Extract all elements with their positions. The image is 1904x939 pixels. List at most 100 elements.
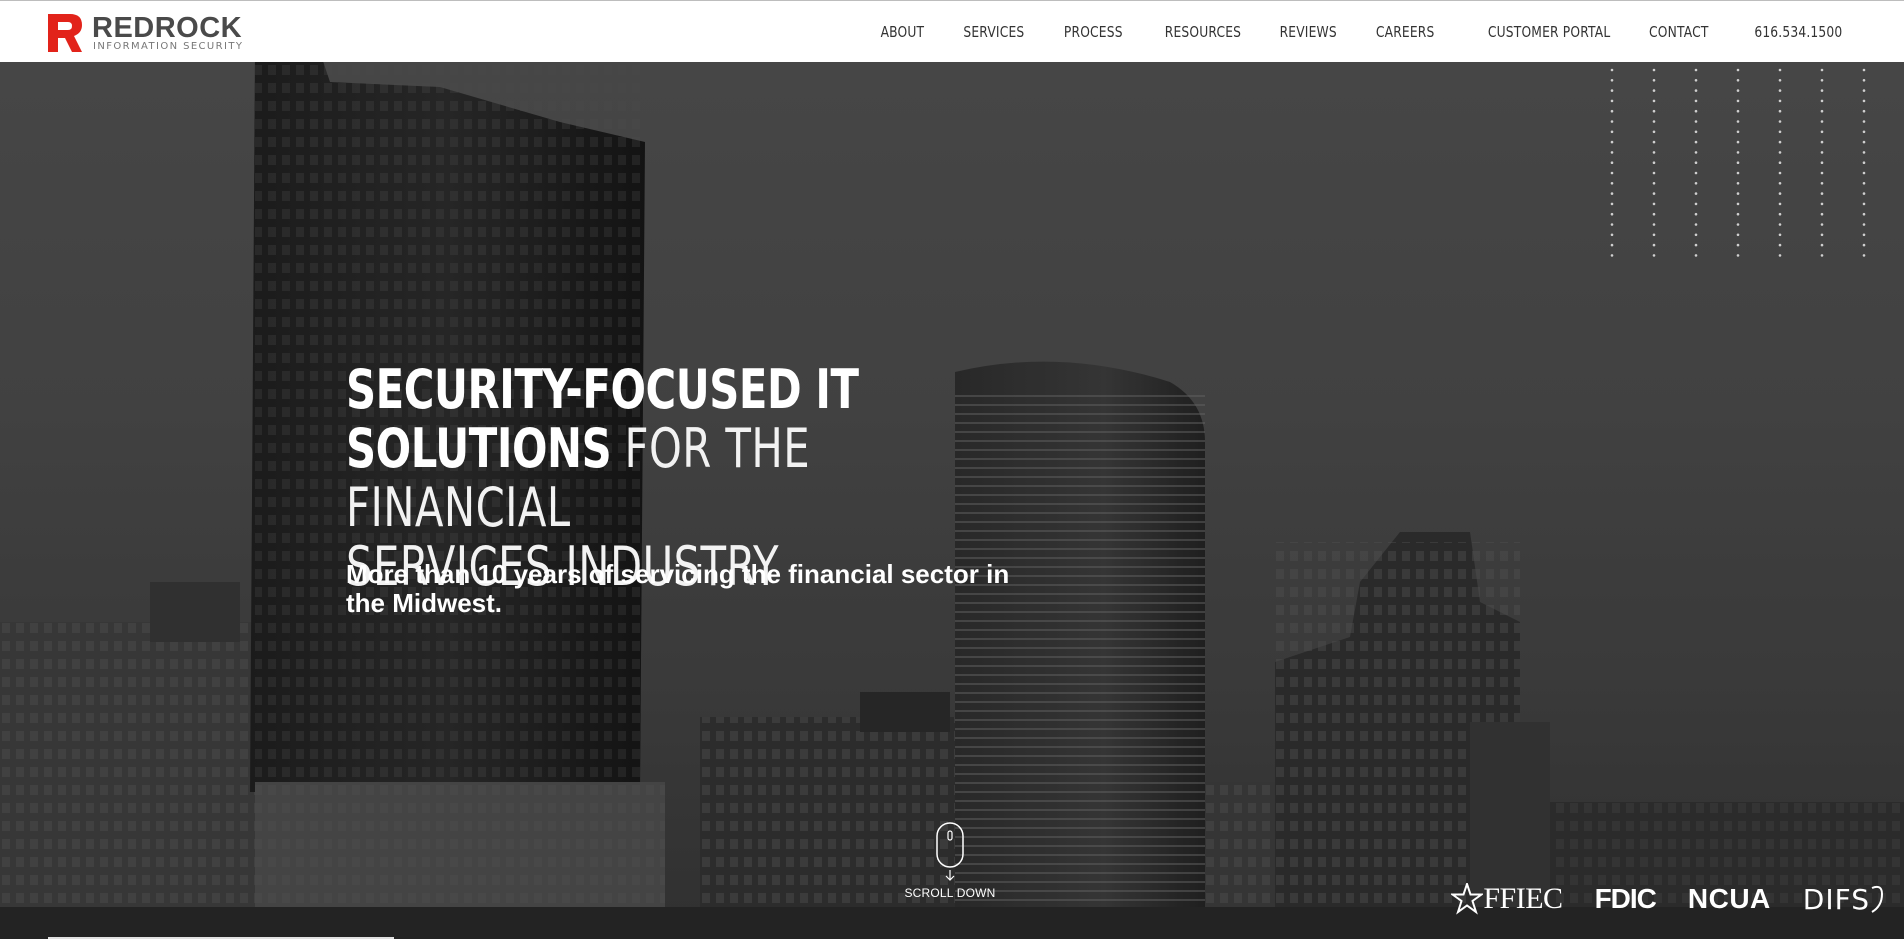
nav-process[interactable]: PROCESS bbox=[1063, 23, 1122, 41]
dot bbox=[1694, 109, 1698, 113]
dot bbox=[1652, 130, 1656, 134]
dot bbox=[1610, 130, 1614, 134]
dot bbox=[1694, 140, 1698, 144]
dot bbox=[1610, 99, 1614, 103]
dot bbox=[1610, 212, 1614, 216]
dot bbox=[1820, 140, 1824, 144]
hero-section: SECURITY-FOCUSED IT SOLUTIONS FOR THE FI… bbox=[0, 62, 1904, 939]
dot bbox=[1862, 151, 1866, 154]
dot bbox=[1694, 254, 1698, 257]
nav-resources[interactable]: RESOURCES bbox=[1165, 23, 1241, 41]
dot bbox=[1610, 223, 1614, 226]
dot bbox=[1736, 161, 1740, 164]
dot bbox=[1862, 140, 1866, 144]
difs-swoosh-icon bbox=[1871, 885, 1884, 913]
star-icon bbox=[1451, 883, 1484, 915]
nav-phone[interactable]: 616.534.1500 bbox=[1754, 23, 1842, 41]
dot bbox=[1862, 130, 1866, 134]
nav-customer-portal[interactable]: CUSTOMER PORTAL bbox=[1488, 23, 1610, 41]
dot bbox=[1610, 89, 1614, 92]
dot bbox=[1778, 79, 1782, 82]
dot bbox=[1778, 233, 1782, 237]
dot bbox=[1820, 223, 1824, 226]
dot bbox=[1862, 212, 1866, 216]
dot bbox=[1778, 68, 1782, 72]
brand-tagline: INFORMATION SECURITY bbox=[93, 41, 244, 52]
dot bbox=[1736, 223, 1740, 226]
redrock-logo[interactable]: REDROCK INFORMATION SECURITY bbox=[48, 13, 248, 52]
dot bbox=[1610, 233, 1614, 237]
dot bbox=[1736, 120, 1740, 123]
dot bbox=[1610, 192, 1614, 195]
dot bbox=[1736, 171, 1740, 175]
dot bbox=[1862, 233, 1866, 237]
dot bbox=[1862, 79, 1866, 82]
dot bbox=[1778, 109, 1782, 113]
dot bbox=[1694, 89, 1698, 92]
dot bbox=[1862, 182, 1866, 185]
dot bbox=[1694, 212, 1698, 216]
dot bbox=[1610, 202, 1614, 206]
dot bbox=[1778, 151, 1782, 154]
dot bbox=[1862, 109, 1866, 113]
dot bbox=[1820, 192, 1824, 195]
dot bbox=[1694, 79, 1698, 82]
nav-services[interactable]: SERVICES bbox=[964, 23, 1025, 41]
dot bbox=[1694, 99, 1698, 103]
scroll-down-label: SCROLL DOWN bbox=[904, 886, 996, 900]
ffiec-text: FFIEC bbox=[1483, 882, 1563, 915]
dot bbox=[1694, 161, 1698, 164]
dot bbox=[1862, 223, 1866, 226]
dot bbox=[1694, 192, 1698, 195]
dot bbox=[1736, 243, 1740, 247]
dot bbox=[1652, 223, 1656, 226]
dot bbox=[1820, 99, 1824, 103]
fdic-logo: FDIC bbox=[1595, 883, 1657, 915]
dot-pattern-decoration bbox=[1610, 68, 1866, 257]
dot bbox=[1652, 182, 1656, 185]
nav-reviews[interactable]: REVIEWS bbox=[1280, 23, 1337, 41]
dot bbox=[1778, 223, 1782, 226]
dot bbox=[1820, 79, 1824, 82]
dot bbox=[1652, 89, 1656, 92]
dot bbox=[1610, 243, 1614, 247]
dot bbox=[1862, 192, 1866, 195]
nav-about[interactable]: ABOUT bbox=[881, 23, 925, 41]
dot bbox=[1652, 99, 1656, 103]
dot bbox=[1652, 233, 1656, 237]
dot bbox=[1736, 233, 1740, 237]
dot bbox=[1778, 130, 1782, 134]
dot bbox=[1862, 202, 1866, 206]
headline-bold-line-1: SECURITY-FOCUSED IT bbox=[346, 358, 859, 421]
redrock-r-icon bbox=[48, 14, 82, 52]
dot bbox=[1694, 182, 1698, 185]
nav-careers[interactable]: CAREERS bbox=[1376, 23, 1435, 41]
mouse-scroll-icon bbox=[936, 822, 964, 881]
dot bbox=[1820, 68, 1824, 72]
dot bbox=[1778, 243, 1782, 247]
dot bbox=[1652, 243, 1656, 247]
dot bbox=[1652, 151, 1656, 154]
scroll-down-button[interactable]: SCROLL DOWN bbox=[900, 822, 1000, 900]
dot bbox=[1778, 171, 1782, 175]
dot bbox=[1652, 109, 1656, 113]
dot bbox=[1652, 161, 1656, 164]
dot bbox=[1652, 120, 1656, 123]
dot bbox=[1736, 130, 1740, 134]
dot bbox=[1610, 151, 1614, 154]
dot bbox=[1736, 202, 1740, 206]
dot bbox=[1820, 120, 1824, 123]
dot bbox=[1610, 109, 1614, 113]
dot bbox=[1820, 171, 1824, 175]
dot bbox=[1736, 151, 1740, 154]
dot bbox=[1610, 79, 1614, 82]
dot bbox=[1694, 233, 1698, 237]
dot bbox=[1652, 192, 1656, 195]
dot bbox=[1820, 254, 1824, 257]
ncua-logo: NCUA bbox=[1688, 883, 1771, 915]
dot bbox=[1778, 192, 1782, 195]
dot bbox=[1610, 161, 1614, 164]
nav-contact[interactable]: CONTACT bbox=[1649, 23, 1708, 41]
dot bbox=[1862, 254, 1866, 257]
dot bbox=[1778, 120, 1782, 123]
